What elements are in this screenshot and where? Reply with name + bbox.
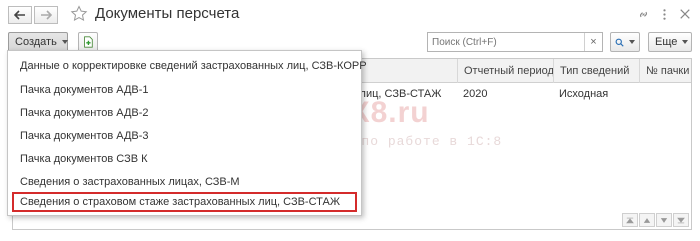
title-bar: Документы персчета	[0, 0, 700, 28]
chevron-down-icon	[682, 40, 689, 44]
favorite-star-icon[interactable]	[70, 5, 88, 23]
first-icon	[626, 217, 634, 223]
menu-item-adv-2[interactable]: Пачка документов АДВ-2	[12, 103, 357, 123]
arrow-left-icon	[14, 10, 25, 20]
last-icon	[677, 217, 685, 223]
document-add-icon	[84, 36, 93, 48]
search-options-button[interactable]	[610, 32, 640, 52]
scroll-last-button[interactable]	[673, 213, 689, 227]
chevron-down-icon	[629, 40, 635, 44]
page-title: Документы персчета	[95, 5, 240, 22]
more-button-label: Еще	[655, 36, 678, 48]
menu-item-szv-m[interactable]: Сведения о застрахованных лицах, СЗВ-М	[12, 172, 357, 192]
cell-type: Исходная	[559, 88, 609, 100]
close-icon[interactable]	[678, 7, 692, 21]
search-input[interactable]	[432, 36, 582, 48]
menu-item-szv-korr[interactable]: Данные о корректировке сведений застрахо…	[12, 56, 367, 76]
down-icon	[660, 217, 668, 223]
create-dropdown-menu: Данные о корректировке сведений застрахо…	[7, 50, 367, 216]
column-header-type[interactable]: Тип сведений	[553, 59, 639, 83]
menu-item-adv-1[interactable]: Пачка документов АДВ-1	[12, 80, 357, 100]
more-vertical-icon[interactable]	[657, 7, 671, 21]
clear-search-button[interactable]: ×	[584, 33, 602, 51]
create-button-label: Создать	[15, 36, 57, 48]
scroll-up-button[interactable]	[639, 213, 655, 227]
add-document-button[interactable]	[78, 32, 98, 52]
search-icon	[615, 38, 624, 47]
table-scroll-controls	[622, 213, 689, 227]
column-header-pack-number[interactable]: № пачки	[639, 59, 691, 83]
arrow-right-icon	[41, 10, 52, 20]
search-field[interactable]: ×	[427, 32, 603, 52]
up-icon	[643, 217, 651, 223]
scroll-down-button[interactable]	[656, 213, 672, 227]
scroll-first-button[interactable]	[622, 213, 638, 227]
back-button[interactable]	[8, 6, 32, 24]
forward-button[interactable]	[34, 6, 58, 24]
menu-item-adv-3[interactable]: Пачка документов АДВ-3	[12, 126, 357, 146]
link-icon[interactable]	[636, 7, 650, 21]
more-button[interactable]: Еще	[648, 32, 692, 52]
menu-item-szv-stazh[interactable]: Сведения о страховом стаже застрахованны…	[12, 192, 357, 212]
cell-period: 2020	[463, 88, 488, 100]
column-header-period[interactable]: Отчетный период	[457, 59, 554, 83]
chevron-down-icon	[61, 40, 68, 44]
menu-item-szv-k[interactable]: Пачка документов СЗВ К	[12, 149, 357, 169]
create-button[interactable]: Создать	[8, 32, 68, 52]
